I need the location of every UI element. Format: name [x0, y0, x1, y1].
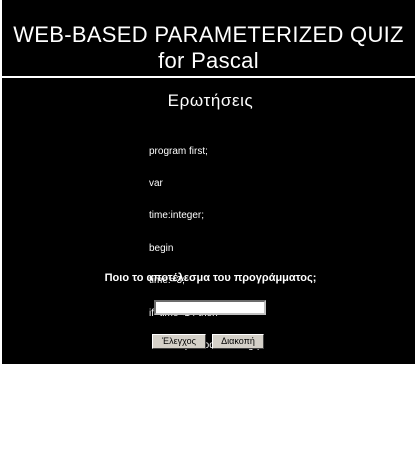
check-button[interactable]: Έλεγχος	[152, 334, 206, 349]
code-line: begin	[149, 242, 174, 254]
stop-button[interactable]: Διακοπή	[212, 334, 264, 349]
page-title-line2: for Pascal	[158, 48, 259, 73]
code-line: time:integer;	[149, 210, 205, 222]
quiz-window: WEB-BASED PARAMETERIZED QUIZ for Pascal …	[2, 0, 415, 448]
answer-input[interactable]	[154, 300, 266, 315]
section-title: Ερωτήσεις	[167, 91, 254, 110]
code-listing: program first; var time:integer; begin t…	[149, 125, 261, 471]
page-title-line1: WEB-BASED PARAMETERIZED QUIZ	[13, 22, 404, 47]
code-line: var	[149, 177, 163, 189]
header-divider	[2, 76, 415, 78]
code-line: writeln('Good evening');	[149, 404, 259, 416]
code-line: end.	[149, 437, 169, 449]
question-text: Ποιο το αποτέλεσμα του προγράμματος;	[104, 272, 317, 284]
page-header: WEB-BASED PARAMETERIZED QUIZ for Pascal	[2, 0, 415, 75]
code-line: else	[149, 372, 168, 384]
code-line: program first;	[149, 145, 208, 157]
quiz-panel: Ερωτήσεις program first; var time:intege…	[9, 79, 412, 448]
